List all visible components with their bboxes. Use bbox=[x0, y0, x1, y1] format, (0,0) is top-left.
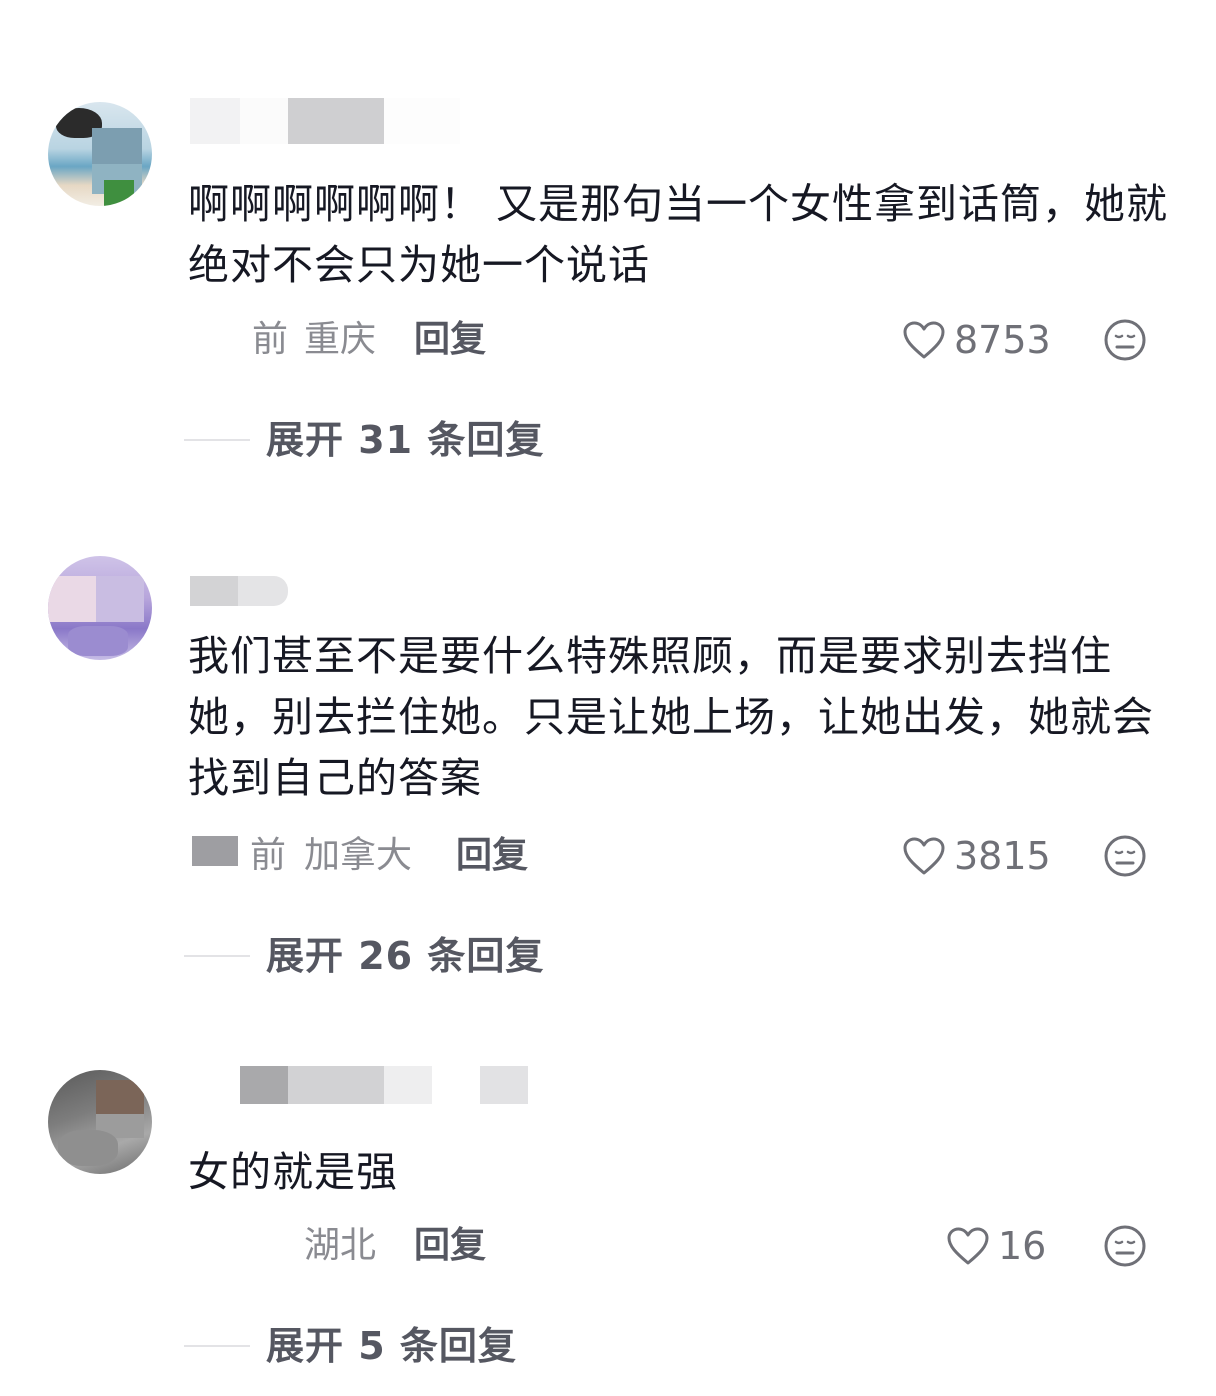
reply-button[interactable]: 回复 bbox=[414, 312, 486, 368]
avatar[interactable] bbox=[48, 1070, 152, 1174]
username-masked[interactable] bbox=[190, 98, 460, 144]
divider-line bbox=[184, 1345, 250, 1347]
expand-replies-label: 展开 5 条回复 bbox=[266, 1324, 517, 1368]
comment-meta: 前 重庆 回复 8753 bbox=[188, 312, 1148, 368]
like-button[interactable]: 8753 bbox=[902, 312, 1051, 368]
meh-face-icon[interactable] bbox=[1103, 1224, 1147, 1268]
comment-text: 我们甚至不是要什么特殊照顾，而是要求别去挡住她，别去拦住她。只是让她上场，让她出… bbox=[188, 632, 1154, 802]
reply-button[interactable]: 回复 bbox=[414, 1218, 486, 1274]
avatar[interactable] bbox=[48, 102, 152, 206]
divider-line bbox=[184, 439, 250, 441]
like-count: 8753 bbox=[954, 318, 1051, 362]
heart-outline-icon bbox=[903, 321, 945, 359]
heart-outline-icon bbox=[903, 837, 945, 875]
comment-time: 前 bbox=[250, 835, 287, 876]
comment-text: 啊啊啊啊啊啊！ 又是那句当一个女性拿到话筒，她就绝对不会只为她一个说话 bbox=[188, 180, 1169, 289]
comment-location: 湖北 bbox=[304, 1225, 377, 1266]
expand-replies-label: 展开 26 条回复 bbox=[266, 934, 545, 978]
masked-block bbox=[192, 836, 238, 866]
comment-location: 加拿大 bbox=[304, 835, 413, 876]
expand-replies-button[interactable]: 展开 31 条回复 bbox=[184, 412, 544, 468]
comment-text: 女的就是强 bbox=[188, 1148, 398, 1196]
meh-face-icon[interactable] bbox=[1103, 834, 1147, 878]
expand-replies-label: 展开 31 条回复 bbox=[266, 418, 545, 462]
username-masked[interactable] bbox=[190, 576, 290, 606]
comment-meta: 前 加拿大 回复 3815 bbox=[188, 828, 1148, 884]
divider-line bbox=[184, 955, 250, 957]
expand-replies-button[interactable]: 展开 26 条回复 bbox=[184, 928, 544, 984]
expand-replies-button[interactable]: 展开 5 条回复 bbox=[184, 1318, 517, 1374]
reply-button[interactable]: 回复 bbox=[456, 828, 528, 884]
comment-location: 重庆 bbox=[304, 319, 377, 360]
like-count: 16 bbox=[998, 1224, 1047, 1268]
username-masked[interactable] bbox=[190, 1066, 528, 1104]
comment-time: 前 bbox=[252, 319, 289, 360]
comment-meta: 湖北 回复 16 bbox=[188, 1218, 1148, 1274]
like-button[interactable]: 3815 bbox=[902, 828, 1051, 884]
like-count: 3815 bbox=[954, 834, 1051, 878]
avatar[interactable] bbox=[48, 556, 152, 660]
heart-outline-icon bbox=[947, 1227, 989, 1265]
like-button[interactable]: 16 bbox=[946, 1218, 1046, 1274]
meh-face-icon[interactable] bbox=[1103, 318, 1147, 362]
